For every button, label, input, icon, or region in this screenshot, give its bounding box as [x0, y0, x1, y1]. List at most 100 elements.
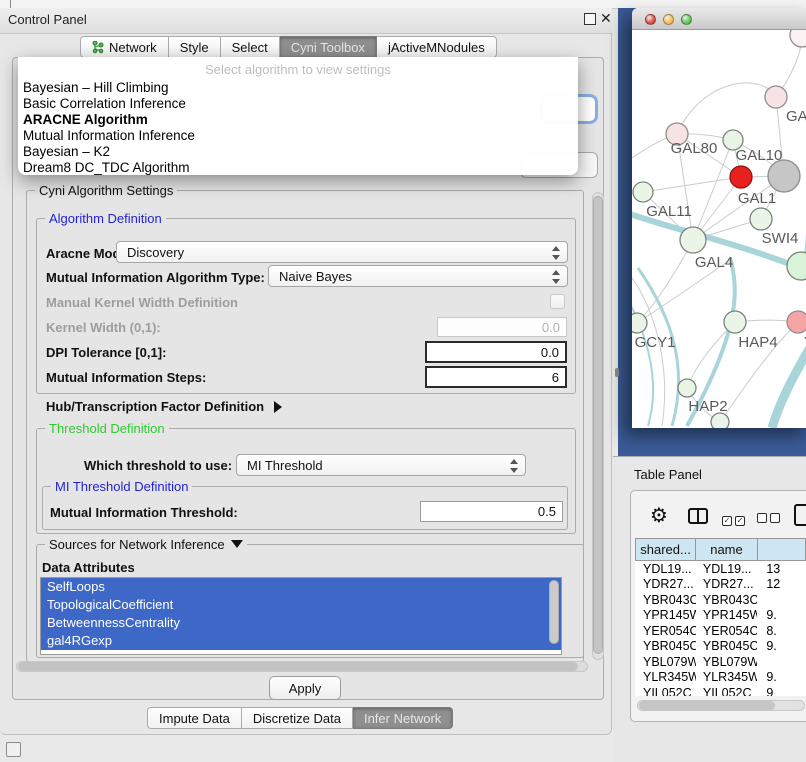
network-node[interactable] [730, 166, 752, 188]
table-column-header[interactable]: shared... [635, 538, 696, 561]
aracne-mode-combo[interactable]: Discovery [116, 241, 568, 263]
table-row[interactable]: YPR145WYPR145W9. [635, 608, 806, 624]
tab-cyni-toolbox[interactable]: Cyni Toolbox [280, 36, 377, 58]
network-edge[interactable] [677, 83, 776, 134]
kernel-width-input[interactable] [437, 317, 567, 337]
table-cell: YBR045C [635, 639, 696, 653]
table-cell: YPR145W [635, 608, 696, 622]
network-node-gal1[interactable] [750, 208, 772, 230]
settings-horizontal-scrollbar-thumb[interactable] [18, 662, 578, 671]
table-cell: YBL079W [635, 655, 696, 669]
network-node-label: HAP4 [738, 334, 777, 351]
network-node[interactable] [790, 30, 806, 47]
app-screen: Control Panel ✕ NetworkStyleSelectCyni T… [0, 0, 806, 762]
table-row[interactable]: YER054CYER054C8. [635, 623, 806, 639]
tab-impute-data[interactable]: Impute Data [147, 707, 242, 729]
network-canvas[interactable]: GALGAL80GAL10GAL1GAL11GAL4SWI4GCY1HAP4YH… [632, 30, 806, 428]
mi-steps-input[interactable] [425, 366, 567, 388]
algorithm-option[interactable]: Basic Correlation Inference [18, 96, 578, 112]
manual-kernel-label: Manual Kernel Width Definition [46, 295, 238, 310]
collapsed-panel-icon[interactable] [6, 742, 21, 757]
network-node-label: GAL1 [738, 190, 776, 207]
gear-icon[interactable]: ⚙ [650, 505, 668, 525]
data-attribute-item[interactable]: gal4RGexp [41, 632, 561, 650]
mi-type-combo[interactable]: Naive Bayes [268, 265, 568, 287]
column-browser-icon[interactable] [688, 508, 708, 524]
attributes-list-scrollbar-thumb[interactable] [549, 580, 559, 644]
which-threshold-combo[interactable]: MI Threshold [236, 454, 526, 476]
table-column-header[interactable] [758, 538, 806, 561]
float-panel-icon[interactable] [584, 13, 596, 25]
data-attribute-item[interactable]: TopologicalCoefficient [41, 596, 561, 614]
table-panel-title: Table Panel [634, 467, 702, 482]
chevron-right-icon [274, 401, 282, 413]
mi-type-value: Naive Bayes [279, 269, 352, 284]
sources-group-title[interactable]: Sources for Network Inference [45, 537, 247, 552]
table-row[interactable]: YDL19...YDL19...13 [635, 561, 806, 577]
table-cell: YDL19... [696, 562, 757, 576]
close-panel-icon[interactable]: ✕ [600, 10, 612, 27]
network-node-y[interactable] [787, 311, 806, 333]
network-node-gal[interactable] [765, 86, 787, 108]
document-icon[interactable] [794, 504, 806, 526]
algorithm-option[interactable]: ARACNE Algorithm [18, 112, 578, 128]
dpi-tolerance-input[interactable] [425, 341, 567, 363]
network-window-titlebar[interactable] [632, 8, 806, 30]
algorithm-option[interactable]: Dream8 DC_TDC Algorithm [18, 160, 578, 176]
table-cell: YBR043C [696, 593, 757, 607]
table-horizontal-scrollbar-thumb[interactable] [639, 701, 775, 710]
network-node[interactable] [768, 160, 800, 192]
tab-style[interactable]: Style [169, 36, 221, 58]
network-node-gal4[interactable] [680, 227, 706, 253]
settings-vertical-scrollbar-thumb[interactable] [593, 196, 603, 654]
minimize-traffic-light[interactable] [663, 14, 674, 25]
cyni-bottom-tab-bar: Impute DataDiscretize DataInfer Network [147, 707, 453, 729]
network-edge[interactable] [643, 177, 741, 192]
network-node-swi4[interactable] [787, 252, 806, 280]
apply-button[interactable]: Apply [269, 676, 341, 700]
network-node-gal11[interactable] [633, 182, 653, 202]
table-cell: YBR045C [696, 639, 757, 653]
network-node-gcy1[interactable] [632, 313, 647, 333]
close-traffic-light[interactable] [645, 14, 656, 25]
chevron-down-icon [231, 540, 243, 548]
network-node-hap4[interactable] [724, 311, 746, 333]
mi-threshold-input[interactable] [420, 501, 563, 522]
table-cell: 13 [757, 562, 806, 576]
table-column-header[interactable]: name [696, 538, 758, 561]
table-row[interactable]: YDR27...YDR27...12 [635, 577, 806, 593]
table-row[interactable]: YBR045CYBR045C9. [635, 639, 806, 655]
stepper-icon [551, 270, 560, 284]
tab-jactivemnodules[interactable]: jActiveMNodules [377, 36, 497, 58]
algorithm-option[interactable]: Bayesian – K2 [18, 144, 578, 160]
table-cell: YIL052C [635, 686, 696, 696]
select-all-checkboxes-icon[interactable]: ✓✓ [722, 511, 748, 526]
dpi-tolerance-label: DPI Tolerance [0,1]: [46, 345, 166, 360]
algorithm-dropdown-prompt: Select algorithm to view settings [18, 60, 578, 80]
network-node-label: GCY1 [635, 334, 676, 351]
table-cell: 12 [757, 577, 806, 591]
network-node[interactable] [711, 413, 729, 428]
zoom-traffic-light[interactable] [681, 14, 692, 25]
panel-splitter-handle[interactable] [615, 368, 619, 377]
data-attributes-list[interactable]: SelfLoopsTopologicalCoefficientBetweenne… [40, 577, 562, 655]
network-edge[interactable] [772, 344, 806, 428]
hub-definition-toggle[interactable]: Hub/Transcription Factor Definition [46, 399, 282, 414]
algorithm-option[interactable]: Bayesian – Hill Climbing [18, 80, 578, 96]
network-node-hap2[interactable] [678, 379, 696, 397]
table-row[interactable]: YBR043CYBR043C [635, 592, 806, 608]
table-row[interactable]: YLR345WYLR345W9. [635, 670, 806, 686]
tab-infer-network[interactable]: Infer Network [353, 707, 453, 729]
node-table[interactable]: shared...name YDL19...YDL19...13YDR27...… [635, 538, 806, 696]
table-row[interactable]: YIL052CYIL052C9 [635, 685, 806, 696]
table-row[interactable]: YBL079WYBL079W [635, 654, 806, 670]
data-attribute-item[interactable]: BetweennessCentrality [41, 614, 561, 632]
tab-select[interactable]: Select [221, 36, 280, 58]
manual-kernel-checkbox[interactable] [550, 294, 565, 309]
tab-network[interactable]: Network [80, 36, 169, 58]
table-cell: YDR27... [635, 577, 696, 591]
data-attribute-item[interactable]: SelfLoops [41, 578, 561, 596]
deselect-all-checkboxes-icon[interactable] [757, 511, 783, 526]
tab-discretize-data[interactable]: Discretize Data [242, 707, 353, 729]
algorithm-option[interactable]: Mutual Information Inference [18, 128, 578, 144]
